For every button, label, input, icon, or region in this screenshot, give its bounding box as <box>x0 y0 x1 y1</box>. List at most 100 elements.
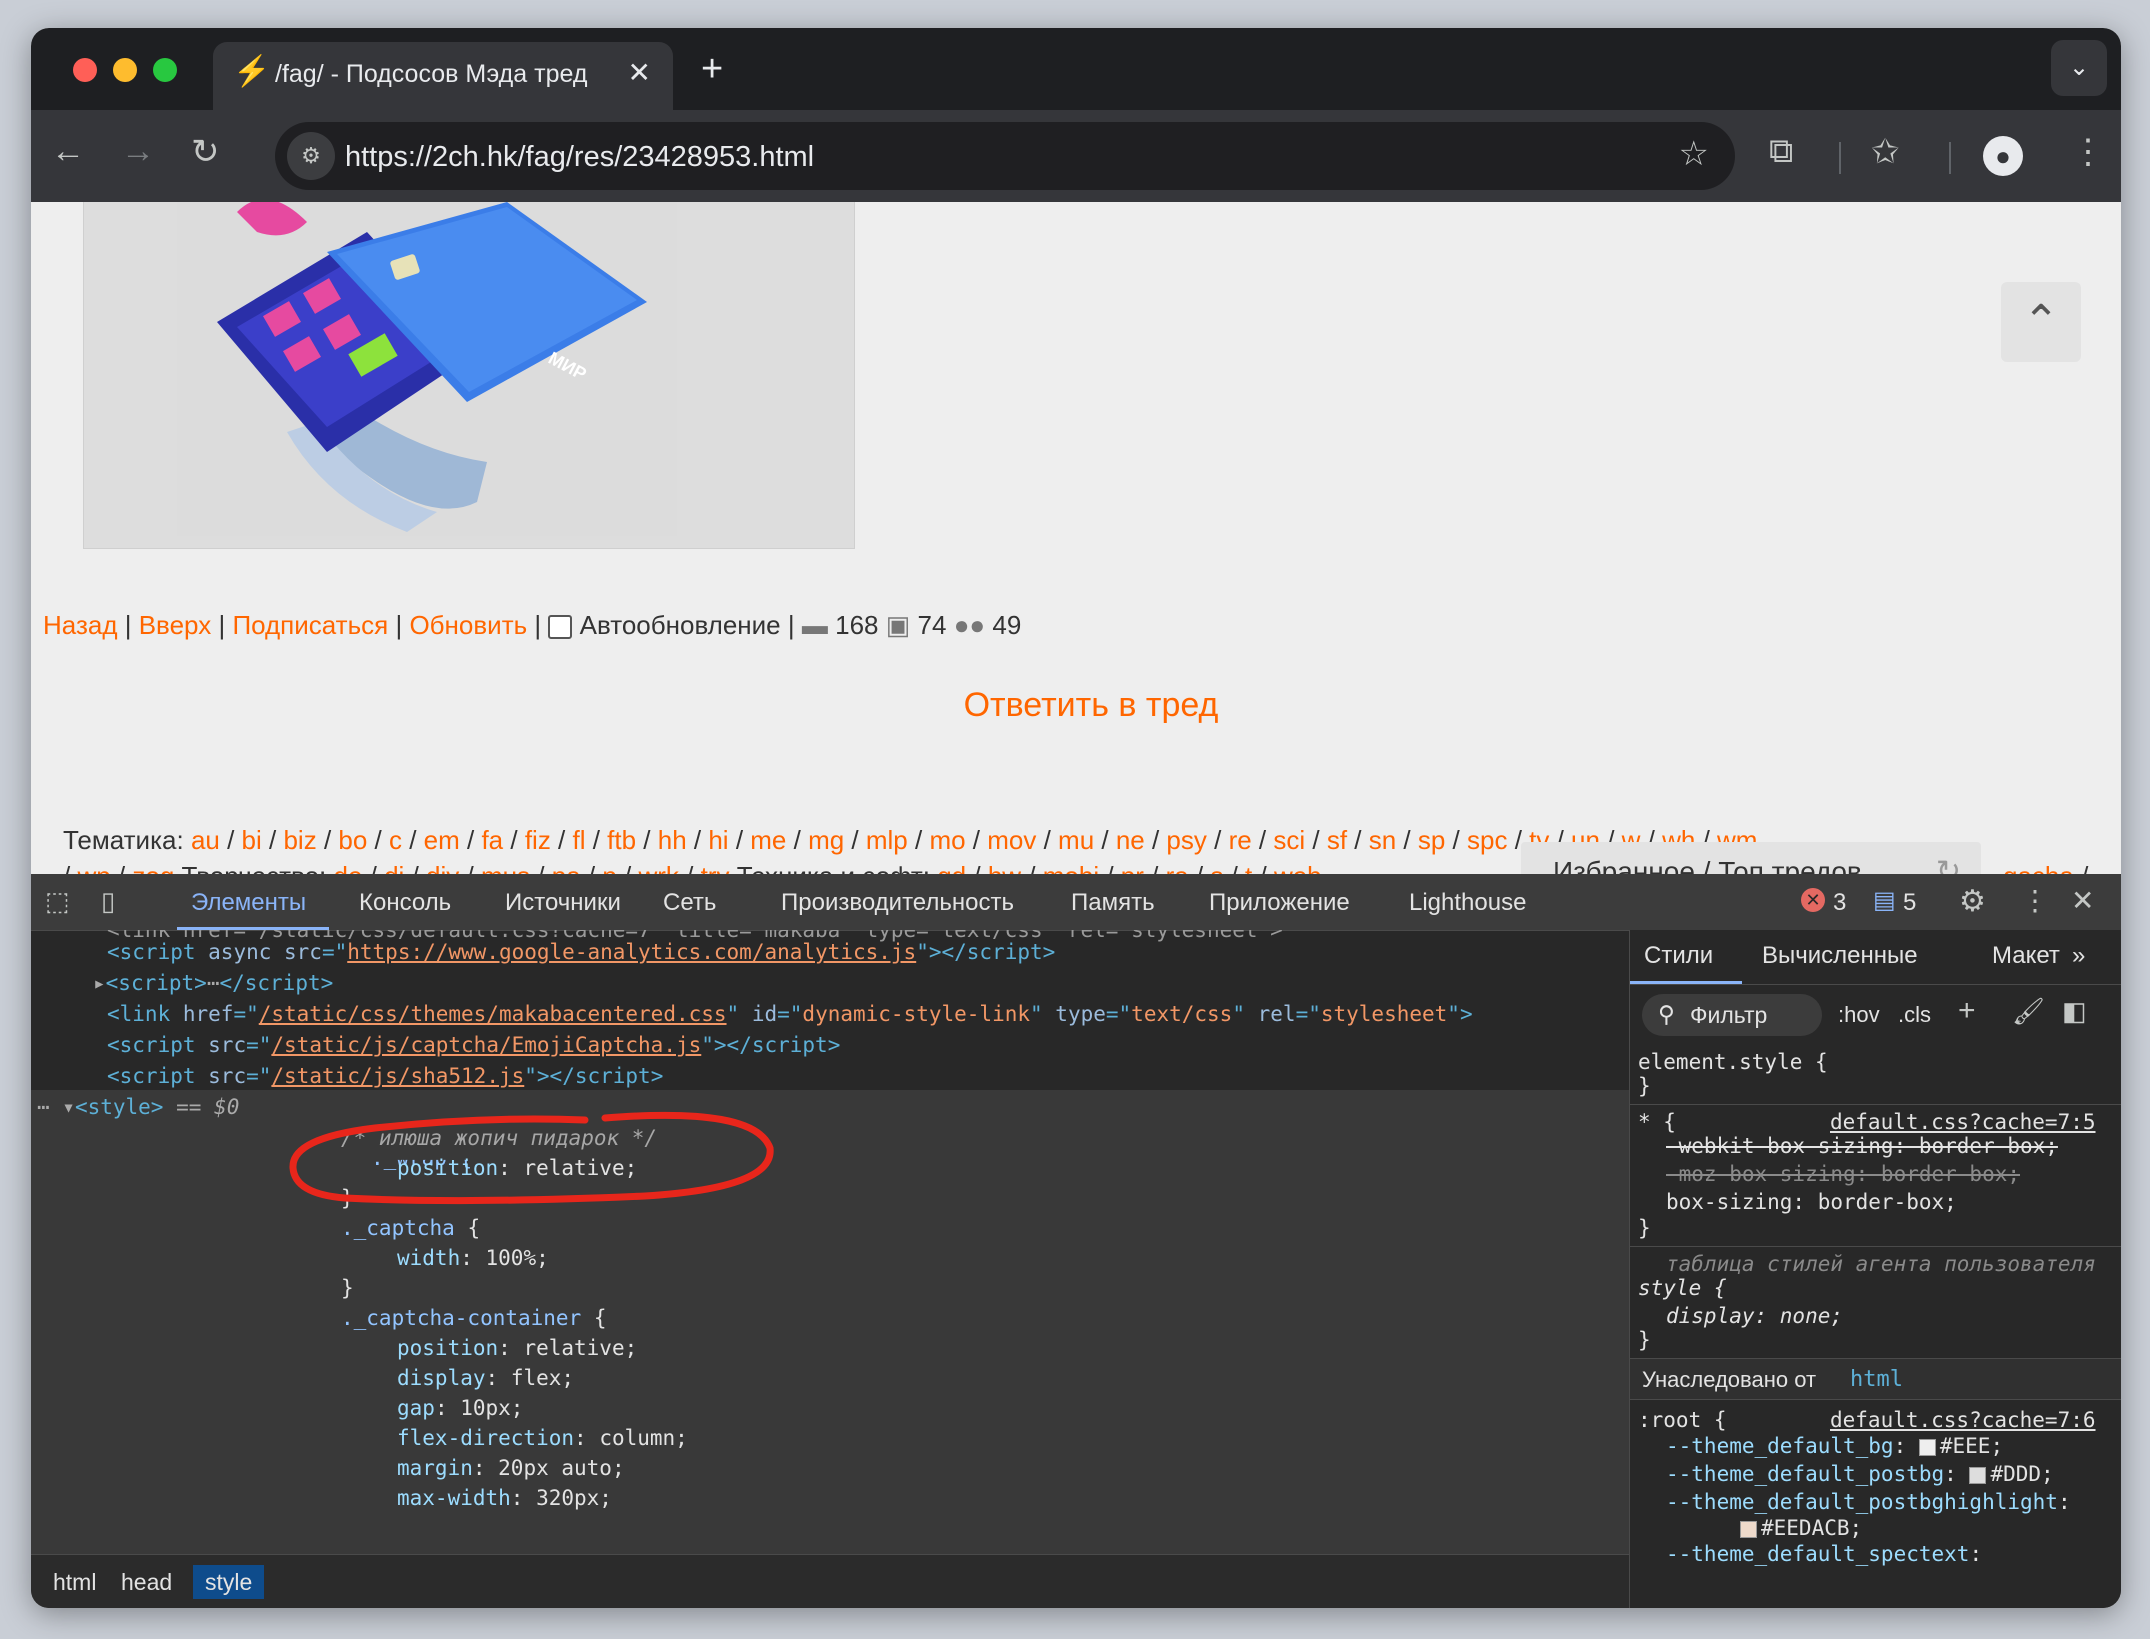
reload-icon[interactable]: ↻ <box>191 132 220 172</box>
kebab-menu-icon[interactable]: ⋮ <box>2071 132 2105 172</box>
board-link[interactable]: mu <box>1058 825 1094 855</box>
tab-close-icon[interactable]: ✕ <box>628 56 651 89</box>
devtools-tab[interactable]: Сеть <box>663 889 716 917</box>
tab-styles[interactable]: Стили <box>1644 942 1713 970</box>
hov-toggle[interactable]: :hov <box>1838 1002 1880 1028</box>
cls-toggle[interactable]: .cls <box>1898 1002 1931 1028</box>
board-link[interactable]: mov <box>987 825 1036 855</box>
board-link[interactable]: mg <box>808 825 844 855</box>
board-link[interactable]: fl <box>572 825 585 855</box>
board-link[interactable]: sp <box>1418 825 1445 855</box>
toggle-sidebar-icon[interactable]: ◧ <box>2062 996 2087 1027</box>
dom-line-style[interactable]: ⋯ ▾<style> == $0 <box>37 1095 239 1119</box>
paint-brush-icon[interactable]: 🖌 <box>2012 996 2045 1027</box>
more-tabs-chevron-icon[interactable]: » <box>2072 942 2085 970</box>
board-link[interactable]: hh <box>658 825 687 855</box>
bookmark-star-icon[interactable]: ☆ <box>1679 134 1709 174</box>
devtools-tab[interactable]: Производительность <box>781 889 1014 917</box>
css-variable[interactable]: --theme_default_postbghighlight: <box>1666 1490 2083 1514</box>
css-declaration[interactable]: -moz-box-sizing: border-box; <box>1666 1162 2020 1186</box>
back-link[interactable]: Назад <box>43 610 118 640</box>
extensions-puzzle-icon[interactable]: ⧉ <box>1769 132 1793 171</box>
board-link[interactable]: re <box>1229 825 1252 855</box>
css-variable-value[interactable]: #EEDACB; <box>1740 1516 1862 1540</box>
board-link[interactable]: sci <box>1273 825 1305 855</box>
zoom-window-button[interactable] <box>153 58 177 82</box>
color-swatch[interactable] <box>1969 1466 1987 1484</box>
rule-source-link[interactable]: default.css?cache=7:5 <box>1830 1110 2096 1134</box>
close-devtools-icon[interactable]: ✕ <box>2071 884 2094 917</box>
devtools-tab[interactable]: Элементы <box>191 889 306 917</box>
forward-arrow-icon[interactable]: → <box>121 132 155 171</box>
dom-line[interactable]: <script src="/static/js/captcha/EmojiCap… <box>107 1033 840 1057</box>
top-link[interactable]: Вверх <box>139 610 212 640</box>
board-link[interactable]: au <box>191 825 220 855</box>
settings-gear-icon[interactable]: ⚙ <box>1959 884 1986 919</box>
css-variable[interactable]: --theme_default_spectext: <box>1666 1542 1995 1566</box>
inherited-from-link[interactable]: html <box>1850 1367 1903 1392</box>
css-declaration[interactable]: -webkit-box-sizing: border-box; <box>1666 1134 2058 1158</box>
tab-computed[interactable]: Вычисленные <box>1762 942 1918 970</box>
board-link[interactable]: fiz <box>525 825 551 855</box>
board-link[interactable]: bi <box>242 825 262 855</box>
dom-line[interactable]: <script src="/static/js/sha512.js"></scr… <box>107 1064 663 1088</box>
tab-search-chevron-icon[interactable]: ⌄ <box>2051 40 2107 96</box>
tab-layout[interactable]: Макет <box>1992 942 2060 970</box>
devtools-tab[interactable]: Консоль <box>359 889 451 917</box>
board-link[interactable]: mo <box>929 825 965 855</box>
close-window-button[interactable] <box>73 58 97 82</box>
error-count[interactable]: 3 <box>1833 889 1846 917</box>
board-link[interactable]: fa <box>481 825 503 855</box>
breadcrumb-head[interactable]: head <box>109 1565 184 1599</box>
breadcrumb-style[interactable]: style <box>193 1565 265 1599</box>
site-info-icon[interactable]: ⚙ <box>287 132 335 180</box>
css-variable[interactable]: --theme_default_postbg: #DDD; <box>1666 1462 2054 1486</box>
messages-icon[interactable]: ▤ <box>1873 886 1896 915</box>
board-link[interactable]: sf <box>1327 825 1347 855</box>
board-link[interactable]: me <box>750 825 786 855</box>
dom-line[interactable]: <link href="/static/css/themes/makabacen… <box>107 1002 1473 1026</box>
minimize-window-button[interactable] <box>113 58 137 82</box>
address-bar[interactable]: ⚙ https://2ch.hk/fag/res/23428953.html ☆ <box>275 122 1735 190</box>
devtools-tab[interactable]: Источники <box>505 889 621 917</box>
board-link[interactable]: spc <box>1467 825 1507 855</box>
root-source-link[interactable]: default.css?cache=7:6 <box>1830 1408 2096 1432</box>
board-link[interactable]: em <box>424 825 460 855</box>
devtools-menu-icon[interactable]: ⋮ <box>2021 884 2049 917</box>
board-link[interactable]: hi <box>708 825 728 855</box>
styles-filter-input[interactable]: ⚲ Фильтр <box>1642 994 1822 1036</box>
board-link[interactable]: biz <box>283 825 316 855</box>
breadcrumb-html[interactable]: html <box>41 1565 108 1599</box>
error-icon[interactable]: ✕ <box>1801 888 1825 912</box>
url-text[interactable]: https://2ch.hk/fag/res/23428953.html <box>345 141 814 174</box>
reading-list-star-icon[interactable]: ✩ <box>1871 132 1900 172</box>
dom-line[interactable]: <script async src="https://www.google-an… <box>107 940 1055 964</box>
board-link[interactable]: ne <box>1116 825 1145 855</box>
board-link[interactable]: c <box>389 825 402 855</box>
reply-to-thread-link[interactable]: Ответить в тред <box>31 686 2121 725</box>
color-swatch[interactable] <box>1740 1520 1757 1538</box>
board-link[interactable]: bo <box>338 825 367 855</box>
back-arrow-icon[interactable]: ← <box>51 132 85 171</box>
autorefresh-checkbox[interactable] <box>548 615 573 640</box>
browser-tab[interactable]: ⚡ /fag/ - Подсосов Мэда тред ✕ <box>213 42 673 110</box>
board-link[interactable]: mlp <box>866 825 908 855</box>
scroll-to-top-chevron-icon[interactable]: ⌃ <box>2001 282 2081 362</box>
messages-count[interactable]: 5 <box>1903 889 1916 917</box>
color-swatch[interactable] <box>1918 1438 1936 1456</box>
css-declaration[interactable]: box-sizing: border-box; <box>1666 1190 1957 1214</box>
element-style-rule[interactable]: element.style { <box>1638 1050 1828 1074</box>
refresh-link[interactable]: Обновить <box>409 610 527 640</box>
dom-line[interactable]: ▸<script>⋯</script> <box>93 971 333 995</box>
devtools-tab[interactable]: Приложение <box>1209 889 1350 917</box>
board-link[interactable]: sn <box>1369 825 1396 855</box>
add-rule-icon[interactable]: + <box>1958 994 1976 1028</box>
board-link[interactable]: ftb <box>607 825 636 855</box>
devtools-tab[interactable]: Память <box>1071 889 1155 917</box>
devtools-tab[interactable]: Lighthouse <box>1409 889 1526 917</box>
inspect-element-icon[interactable]: ⬚ <box>45 886 70 917</box>
new-tab-icon[interactable]: + <box>701 48 723 91</box>
profile-avatar-icon[interactable]: ● <box>1983 136 2023 176</box>
subscribe-link[interactable]: Подписаться <box>232 610 388 640</box>
post-image[interactable]: МИР <box>177 202 677 536</box>
